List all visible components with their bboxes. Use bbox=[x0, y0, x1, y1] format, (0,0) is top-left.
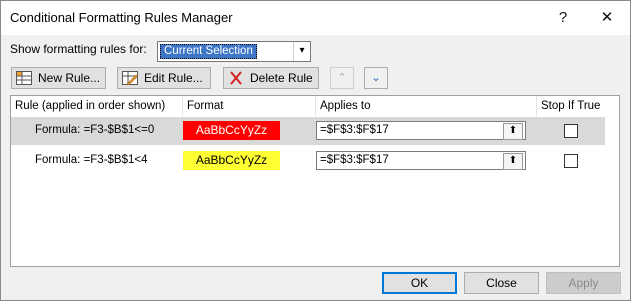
delete-rule-label: Delete Rule bbox=[250, 71, 313, 85]
rule-row[interactable]: Formula: =F3-$B$1<4 AaBbCcYyZz =$F$3:$F$… bbox=[11, 147, 605, 175]
dialog-title: Conditional Formatting Rules Manager bbox=[10, 10, 233, 25]
edit-rule-label: Edit Rule... bbox=[144, 71, 203, 85]
show-rules-dropdown[interactable]: Current Selection ▾ bbox=[157, 41, 311, 62]
applies-to-value: =$F$3:$F$17 bbox=[320, 124, 389, 136]
edit-rule-icon bbox=[122, 71, 138, 85]
delete-rule-button[interactable]: Delete Rule bbox=[223, 67, 319, 89]
header-applies-to: Applies to bbox=[316, 96, 537, 116]
rule-row[interactable]: Formula: =F3-$B$1<=0 AaBbCcYyZz =$F$3:$F… bbox=[11, 117, 605, 145]
new-rule-button[interactable]: New Rule... bbox=[11, 67, 106, 89]
chevron-down-icon[interactable]: ▾ bbox=[293, 42, 310, 61]
collapse-range-icon[interactable]: ⬆ bbox=[503, 123, 523, 140]
applies-to-field[interactable]: =$F$3:$F$17 ⬆ bbox=[316, 121, 526, 140]
new-rule-icon bbox=[16, 71, 32, 85]
format-preview: AaBbCcYyZz bbox=[183, 151, 280, 170]
stop-if-true-checkbox[interactable] bbox=[564, 124, 578, 138]
delete-icon bbox=[230, 71, 242, 85]
ok-button[interactable]: OK bbox=[382, 272, 457, 294]
applies-to-field[interactable]: =$F$3:$F$17 ⬆ bbox=[316, 151, 526, 170]
applies-to-value: =$F$3:$F$17 bbox=[320, 154, 389, 166]
edit-rule-button[interactable]: Edit Rule... bbox=[117, 67, 211, 89]
move-down-button[interactable]: ⌄ bbox=[364, 67, 388, 89]
header-format: Format bbox=[183, 96, 316, 116]
help-button[interactable]: ? bbox=[541, 1, 585, 35]
collapse-range-icon[interactable]: ⬆ bbox=[503, 153, 523, 170]
new-rule-label: New Rule... bbox=[38, 71, 101, 85]
header-rule: Rule (applied in order shown) bbox=[11, 96, 183, 116]
title-bar: Conditional Formatting Rules Manager ? ✕ bbox=[1, 1, 630, 35]
show-rules-label: Show formatting rules for: bbox=[10, 42, 147, 56]
header-stop-if-true: Stop If True bbox=[541, 100, 601, 112]
rules-toolbar: New Rule... Edit Rule... Delete Rule ⌃ ⌄ bbox=[10, 63, 620, 93]
stop-if-true-checkbox[interactable] bbox=[564, 154, 578, 168]
move-up-button[interactable]: ⌃ bbox=[330, 67, 354, 89]
apply-button[interactable]: Apply bbox=[546, 272, 621, 294]
rule-formula: Formula: =F3-$B$1<=0 bbox=[35, 124, 155, 136]
show-rules-selected: Current Selection bbox=[160, 44, 257, 59]
rules-table: Rule (applied in order shown) Format App… bbox=[10, 95, 620, 267]
rule-formula: Formula: =F3-$B$1<4 bbox=[35, 154, 148, 166]
conditional-formatting-dialog: Conditional Formatting Rules Manager ? ✕… bbox=[0, 0, 631, 301]
format-preview: AaBbCcYyZz bbox=[183, 121, 280, 140]
close-icon[interactable]: ✕ bbox=[585, 1, 629, 35]
close-button[interactable]: Close bbox=[464, 272, 539, 294]
